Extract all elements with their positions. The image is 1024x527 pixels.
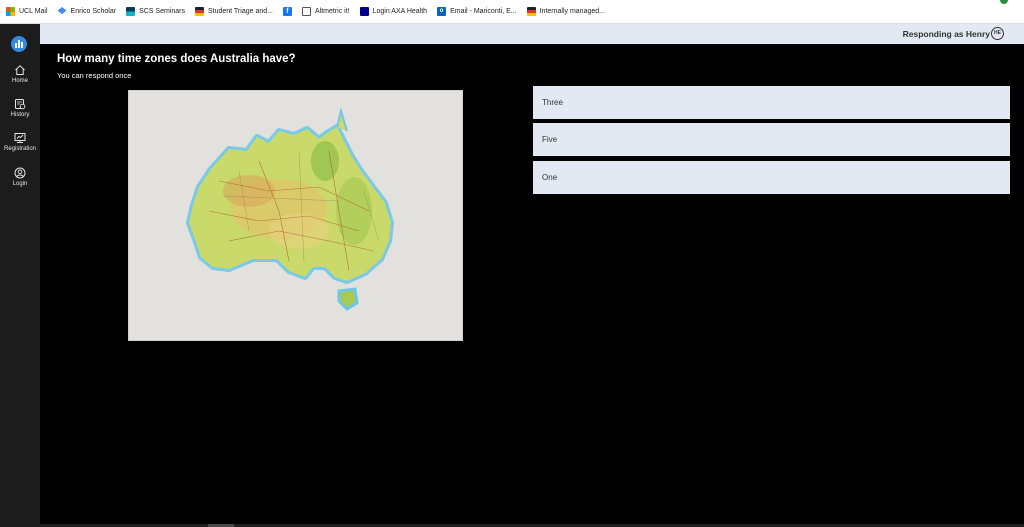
avatar[interactable]: HE (991, 27, 1004, 40)
scs-icon (126, 7, 136, 16)
sidebar-item-home[interactable]: Home (0, 64, 40, 84)
bookmark-internally-managed[interactable]: Internally managed... (526, 7, 605, 16)
bookmark-facebook[interactable]: f (282, 7, 292, 16)
facebook-icon: f (282, 7, 292, 16)
bookmark-label: Email - Mariconti, E... (450, 8, 517, 15)
sidebar-item-label: Registration (3, 146, 36, 152)
bookmark-email[interactable]: o Email - Mariconti, E... (437, 7, 517, 16)
stripe-icon (526, 7, 536, 16)
bookmark-label: Altmetric it! (314, 8, 350, 15)
bookmark-student-triage[interactable]: Student Triage and... (194, 7, 273, 16)
bookmarks-bar: UCL Mail Enrico Scholar SCS Seminars Stu… (0, 0, 1024, 24)
sidebar-item-registration[interactable]: Registration (0, 132, 40, 152)
history-icon (15, 99, 26, 110)
top-header: Responding as Henry HE (40, 24, 1024, 44)
bookmark-label: Internally managed... (539, 8, 605, 15)
registration-icon (14, 133, 26, 143)
sidebar: Home History Registration Login (0, 24, 40, 527)
answer-option[interactable]: Three (533, 86, 1010, 119)
answer-option[interactable]: Five (533, 123, 1010, 156)
home-icon (15, 65, 25, 75)
bookmark-scs-seminars[interactable]: SCS Seminars (126, 7, 185, 16)
microsoft-icon (6, 7, 15, 16)
question-title: How many time zones does Australia have? (57, 53, 296, 65)
question-subtitle: You can respond once (57, 71, 132, 80)
australia-map-image (128, 90, 463, 341)
australia-map-illustration (186, 107, 394, 311)
sidebar-item-label: History (10, 112, 30, 118)
sidebar-item-label: Home (11, 78, 28, 84)
bookmark-ucl-mail[interactable]: UCL Mail (6, 7, 48, 16)
bookmark-enrico-scholar[interactable]: Enrico Scholar (57, 7, 117, 16)
user-icon (14, 167, 26, 179)
stripe-icon (194, 7, 204, 16)
bookmark-label: SCS Seminars (139, 8, 185, 15)
bookmark-label: Student Triage and... (207, 8, 273, 15)
bookmark-label: Enrico Scholar (70, 8, 117, 15)
scholar-icon (57, 7, 67, 15)
responding-as-label: Responding as Henry (902, 29, 990, 39)
answer-option[interactable]: One (533, 161, 1010, 194)
bookmark-label: UCL Mail (19, 8, 48, 15)
bookmark-label: Login AXA Health (372, 8, 428, 15)
bookmark-altmetric[interactable]: Altmetric it! (301, 7, 350, 16)
outlook-icon: o (437, 7, 447, 16)
sidebar-item-history[interactable]: History (0, 98, 40, 118)
globe-icon (301, 7, 311, 16)
axa-icon (359, 7, 369, 16)
sidebar-item-label: Login (12, 181, 28, 187)
app-logo[interactable] (11, 36, 27, 52)
bookmark-axa-health[interactable]: Login AXA Health (359, 7, 428, 16)
sidebar-item-login[interactable]: Login (0, 167, 40, 187)
